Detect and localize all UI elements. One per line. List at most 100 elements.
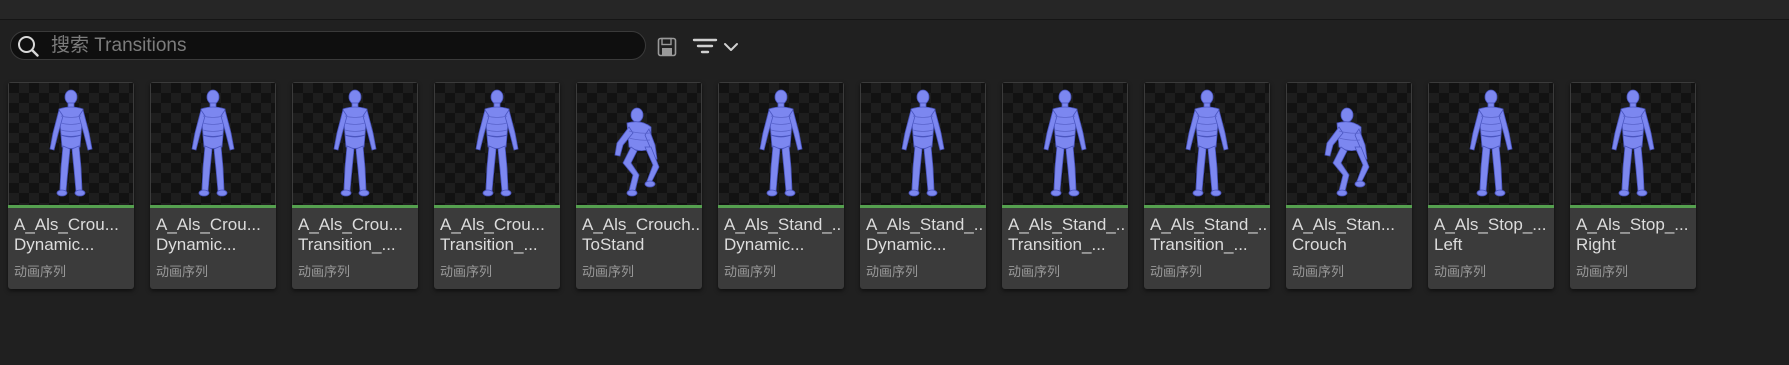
asset-name-line-2: Transition_... bbox=[440, 235, 538, 254]
asset-type-color-bar bbox=[576, 205, 702, 208]
asset-thumbnail bbox=[293, 83, 417, 205]
mannequin-thumbnail bbox=[333, 89, 377, 197]
chevron-down-icon bbox=[724, 43, 738, 51]
asset-thumbnail bbox=[151, 83, 275, 205]
asset-type-color-bar bbox=[150, 205, 276, 208]
asset-name-line-1: A_Als_Stop_... bbox=[1576, 215, 1689, 234]
search-input[interactable] bbox=[51, 32, 631, 59]
asset-tile[interactable]: A_Als_Stop_... Left 动画序列 bbox=[1428, 82, 1554, 289]
asset-thumbnail bbox=[435, 83, 559, 205]
asset-name-line-1: A_Als_Stan... bbox=[1292, 215, 1396, 234]
asset-name: A_Als_Stand_... Dynamic... bbox=[866, 215, 984, 255]
mannequin-thumbnail bbox=[1469, 89, 1513, 197]
asset-tile[interactable]: A_Als_Crouch... ToStand 动画序列 bbox=[576, 82, 702, 289]
asset-type-color-bar bbox=[1428, 205, 1554, 208]
asset-name: A_Als_Stand_... Transition_... bbox=[1150, 215, 1268, 255]
asset-name: A_Als_Crou... Transition_... bbox=[298, 215, 416, 255]
asset-name-line-1: A_Als_Crouch... bbox=[582, 215, 700, 234]
asset-thumbnail bbox=[1145, 83, 1269, 205]
mannequin-thumbnail bbox=[1043, 89, 1087, 197]
asset-tile[interactable]: A_Als_Crou... Dynamic... 动画序列 bbox=[8, 82, 134, 289]
mannequin-thumbnail bbox=[191, 89, 235, 197]
asset-type-color-bar bbox=[292, 205, 418, 208]
asset-tile[interactable]: A_Als_Stand_... Transition_... 动画序列 bbox=[1002, 82, 1128, 289]
asset-name-line-2: Dynamic... bbox=[14, 235, 95, 254]
asset-name-line-2: Left bbox=[1434, 235, 1463, 254]
asset-type-color-bar bbox=[860, 205, 986, 208]
asset-type-color-bar bbox=[434, 205, 560, 208]
asset-name-line-2: Dynamic... bbox=[156, 235, 237, 254]
asset-name-line-1: A_Als_Crou... bbox=[440, 215, 545, 234]
mannequin-thumbnail bbox=[901, 89, 945, 197]
asset-type-label: 动画序列 bbox=[1008, 264, 1061, 279]
asset-name-line-1: A_Als_Stand_... bbox=[866, 215, 984, 234]
asset-tile[interactable]: A_Als_Stand_... Transition_... 动画序列 bbox=[1144, 82, 1270, 289]
asset-name-line-2: Transition_... bbox=[1150, 235, 1248, 254]
asset-type-label: 动画序列 bbox=[866, 264, 919, 279]
asset-name: A_Als_Stand_... Dynamic... bbox=[724, 215, 842, 255]
mannequin-thumbnail bbox=[759, 89, 803, 197]
search-icon bbox=[18, 36, 39, 57]
asset-tile[interactable]: A_Als_Crou... Transition_... 动画序列 bbox=[434, 82, 560, 289]
asset-name-line-2: Crouch bbox=[1292, 235, 1347, 254]
asset-name-line-1: A_Als_Crou... bbox=[14, 215, 119, 234]
mannequin-thumbnail bbox=[475, 89, 519, 197]
save-search-icon[interactable] bbox=[656, 36, 678, 58]
asset-name-line-2: Right bbox=[1576, 235, 1616, 254]
content-browser-toolbar bbox=[0, 20, 1789, 72]
asset-type-color-bar bbox=[1144, 205, 1270, 208]
filter-icon bbox=[692, 38, 718, 54]
asset-type-color-bar bbox=[1286, 205, 1412, 208]
asset-name: A_Als_Crou... Dynamic... bbox=[156, 215, 274, 255]
asset-thumbnail bbox=[1429, 83, 1553, 205]
asset-tile[interactable]: A_Als_Stop_... Right 动画序列 bbox=[1570, 82, 1696, 289]
filter-dropdown-button[interactable] bbox=[692, 34, 742, 60]
asset-type-label: 动画序列 bbox=[156, 264, 209, 279]
asset-type-label: 动画序列 bbox=[1576, 264, 1629, 279]
mannequin-thumbnail bbox=[1185, 89, 1229, 197]
asset-thumbnail bbox=[577, 83, 701, 205]
asset-name: A_Als_Stop_... Left bbox=[1434, 215, 1552, 255]
asset-name-line-1: A_Als_Stand_... bbox=[1008, 215, 1126, 234]
asset-type-label: 动画序列 bbox=[298, 264, 351, 279]
mannequin-thumbnail bbox=[1611, 89, 1655, 197]
top-strip bbox=[0, 0, 1789, 20]
asset-thumbnail bbox=[1571, 83, 1695, 205]
asset-thumbnail bbox=[9, 83, 133, 205]
asset-type-color-bar bbox=[718, 205, 844, 208]
asset-name-line-2: Dynamic... bbox=[866, 235, 947, 254]
asset-tile[interactable]: A_Als_Crou... Transition_... 动画序列 bbox=[292, 82, 418, 289]
asset-tile[interactable]: A_Als_Stand_... Dynamic... 动画序列 bbox=[860, 82, 986, 289]
asset-name: A_Als_Stop_... Right bbox=[1576, 215, 1694, 255]
mannequin-thumbnail bbox=[49, 89, 93, 197]
asset-type-label: 动画序列 bbox=[1292, 264, 1345, 279]
asset-type-color-bar bbox=[1002, 205, 1128, 208]
asset-tile[interactable]: A_Als_Stan... Crouch 动画序列 bbox=[1286, 82, 1412, 289]
asset-thumbnail bbox=[1003, 83, 1127, 205]
asset-name-line-1: A_Als_Stand_... bbox=[724, 215, 842, 234]
asset-name: A_Als_Crou... Dynamic... bbox=[14, 215, 132, 255]
asset-thumbnail bbox=[719, 83, 843, 205]
asset-name-line-2: Dynamic... bbox=[724, 235, 805, 254]
asset-type-label: 动画序列 bbox=[724, 264, 777, 279]
asset-type-label: 动画序列 bbox=[440, 264, 493, 279]
asset-name: A_Als_Crou... Transition_... bbox=[440, 215, 558, 255]
asset-tile[interactable]: A_Als_Crou... Dynamic... 动画序列 bbox=[150, 82, 276, 289]
asset-name-line-2: ToStand bbox=[582, 235, 645, 254]
asset-name: A_Als_Stan... Crouch bbox=[1292, 215, 1410, 255]
asset-name-line-2: Transition_... bbox=[298, 235, 396, 254]
asset-name-line-1: A_Als_Crou... bbox=[156, 215, 261, 234]
asset-tile[interactable]: A_Als_Stand_... Dynamic... 动画序列 bbox=[718, 82, 844, 289]
asset-name: A_Als_Crouch... ToStand bbox=[582, 215, 700, 255]
asset-name-line-1: A_Als_Stop_... bbox=[1434, 215, 1547, 234]
mannequin-thumbnail bbox=[1324, 107, 1370, 197]
asset-type-label: 动画序列 bbox=[1434, 264, 1487, 279]
asset-name: A_Als_Stand_... Transition_... bbox=[1008, 215, 1126, 255]
asset-name-line-2: Transition_... bbox=[1008, 235, 1106, 254]
search-box[interactable] bbox=[10, 31, 646, 60]
asset-type-label: 动画序列 bbox=[582, 264, 635, 279]
asset-thumbnail bbox=[1287, 83, 1411, 205]
asset-type-color-bar bbox=[1570, 205, 1696, 208]
mannequin-thumbnail bbox=[614, 107, 660, 197]
asset-name-line-1: A_Als_Stand_... bbox=[1150, 215, 1268, 234]
